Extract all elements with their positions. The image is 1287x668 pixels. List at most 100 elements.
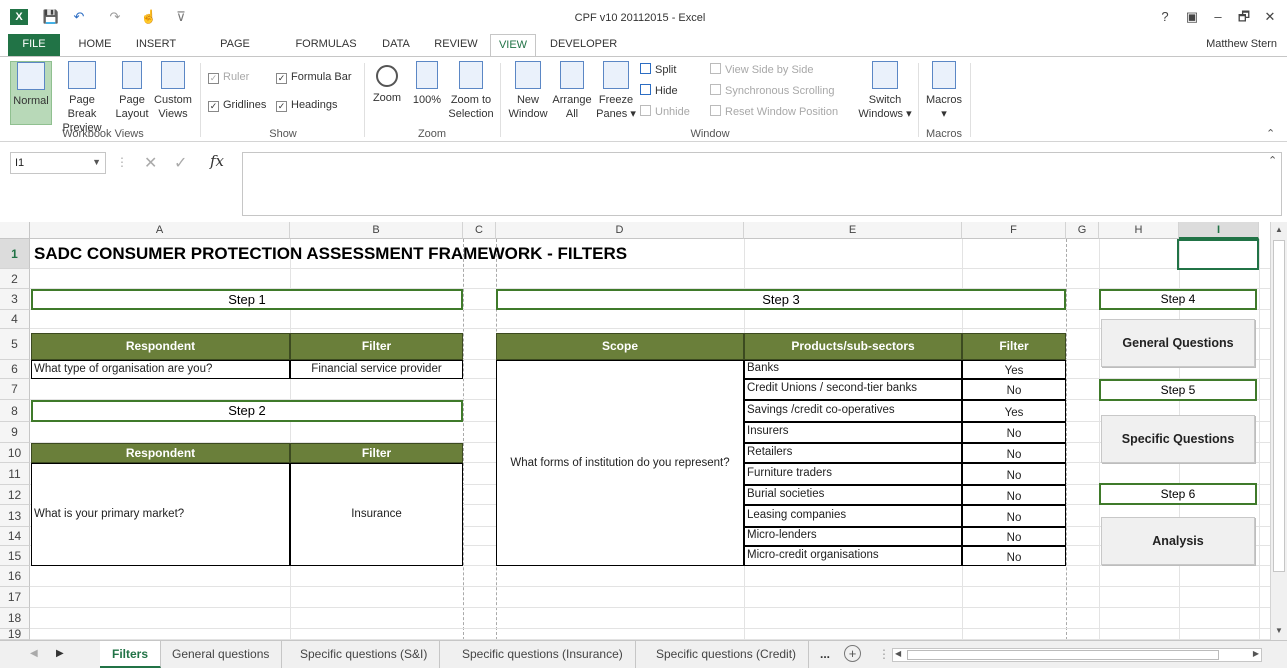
more-sheets-button[interactable]: ...	[820, 647, 830, 661]
row-header[interactable]: 5	[0, 329, 30, 360]
column-header-i[interactable]: I	[1179, 222, 1259, 239]
scroll-thumb[interactable]	[1273, 240, 1285, 572]
row-header[interactable]: 17	[0, 587, 30, 608]
add-sheet-icon[interactable]: +	[844, 645, 861, 662]
row-header[interactable]: 3	[0, 289, 30, 310]
tab-split-handle[interactable]: ⋮	[878, 647, 890, 661]
tab-insert[interactable]: INSERT	[128, 34, 184, 56]
tab-page-layout[interactable]: PAGE LAYOUT	[192, 34, 278, 70]
gridlines-checkbox[interactable]: ✓ Gridlines	[208, 99, 266, 112]
reset-window-position-button[interactable]: Reset Window Position	[710, 105, 838, 118]
column-header-c[interactable]: C	[463, 222, 496, 239]
row-header[interactable]: 16	[0, 566, 30, 587]
sheet-tab-filters[interactable]: Filters	[100, 641, 162, 668]
ruler-checkbox[interactable]: ✓ Ruler	[208, 71, 249, 84]
vertical-scrollbar[interactable]: ▲ ▼	[1270, 222, 1287, 640]
product-filter-cell[interactable]: Yes	[962, 360, 1066, 379]
sheet-tab-specific-insurance[interactable]: Specific questions (Insurance)	[450, 641, 636, 668]
sheet-tab-specific-credit[interactable]: Specific questions (Credit)	[644, 641, 810, 668]
sheet-tab-general-questions[interactable]: General questions	[160, 641, 283, 668]
product-filter-cell[interactable]: Yes	[962, 400, 1066, 422]
tab-review[interactable]: REVIEW	[428, 34, 484, 56]
tab-formulas[interactable]: FORMULAS	[288, 34, 364, 56]
product-filter-cell[interactable]: No	[962, 422, 1066, 443]
view-side-by-side-button[interactable]: View Side by Side	[710, 63, 813, 76]
select-all-corner[interactable]	[0, 222, 30, 239]
tab-home[interactable]: HOME	[70, 34, 120, 56]
specific-questions-button[interactable]: Specific Questions	[1101, 415, 1255, 463]
column-header-b[interactable]: B	[290, 222, 463, 239]
arrange-all-button[interactable]: Arrange All	[550, 61, 594, 125]
row-header[interactable]: 14	[0, 527, 30, 546]
analysis-button[interactable]: Analysis	[1101, 517, 1255, 565]
row-header[interactable]: 15	[0, 546, 30, 566]
next-sheet-icon[interactable]: ▶	[56, 648, 64, 659]
tab-file[interactable]: FILE	[8, 34, 60, 56]
zoom-button[interactable]: Zoom	[368, 61, 406, 125]
product-filter-cell[interactable]: No	[962, 527, 1066, 546]
answer-1-cell[interactable]: Financial service provider	[290, 360, 463, 379]
row-header[interactable]: 19	[0, 628, 30, 640]
row-header[interactable]: 11	[0, 463, 30, 485]
sheet-tab-specific-si[interactable]: Specific questions (S&I)	[288, 641, 441, 668]
product-filter-cell[interactable]: No	[962, 443, 1066, 463]
formula-input[interactable]	[242, 152, 1282, 216]
row-header[interactable]: 13	[0, 505, 30, 527]
restore-icon[interactable]: 🗗	[1234, 8, 1254, 26]
prev-sheet-icon[interactable]: ◀	[30, 648, 38, 659]
answer-2-cell[interactable]: Insurance	[290, 463, 463, 566]
scroll-left-icon[interactable]: ◀	[895, 649, 901, 658]
cancel-icon[interactable]: ✕	[144, 153, 157, 173]
row-header[interactable]: 4	[0, 310, 30, 329]
zoom-to-selection-button[interactable]: Zoom to Selection	[446, 61, 496, 125]
tab-developer[interactable]: DEVELOPER	[544, 34, 622, 56]
ribbon-display-icon[interactable]: ▣	[1182, 8, 1202, 26]
unhide-button[interactable]: Unhide	[640, 105, 690, 118]
product-filter-cell[interactable]: No	[962, 379, 1066, 400]
row-header[interactable]: 8	[0, 400, 30, 422]
user-name[interactable]: Matthew Stern	[1206, 38, 1277, 50]
close-icon[interactable]: ✕	[1260, 8, 1280, 26]
split-button[interactable]: Split	[640, 63, 676, 76]
undo-icon[interactable]: ↶	[70, 9, 88, 25]
new-window-button[interactable]: New Window	[506, 61, 550, 125]
general-questions-button[interactable]: General Questions	[1101, 319, 1255, 367]
help-icon[interactable]: ?	[1155, 8, 1175, 26]
row-header[interactable]: 10	[0, 443, 30, 463]
custom-views-button[interactable]: Custom Views	[152, 61, 194, 125]
product-filter-cell[interactable]: No	[962, 485, 1066, 505]
row-header[interactable]: 1	[0, 239, 30, 269]
headings-checkbox[interactable]: ✓ Headings	[276, 99, 337, 112]
selected-cell-i1[interactable]	[1177, 239, 1259, 270]
page-layout-button[interactable]: Page Layout	[114, 61, 150, 125]
normal-view-button[interactable]: Normal	[10, 61, 52, 125]
product-filter-cell[interactable]: No	[962, 505, 1066, 527]
page-break-preview-button[interactable]: Page Break Preview	[54, 61, 110, 134]
insert-function-icon[interactable]: fx	[210, 152, 224, 170]
collapse-formula-bar-icon[interactable]: ⌃	[1268, 154, 1277, 167]
scroll-up-icon[interactable]: ▲	[1274, 225, 1284, 235]
product-filter-cell[interactable]: No	[962, 463, 1066, 485]
column-header-g[interactable]: G	[1066, 222, 1099, 239]
row-header[interactable]: 9	[0, 422, 30, 443]
row-header[interactable]: 7	[0, 379, 30, 400]
h-scroll-thumb[interactable]	[907, 650, 1219, 660]
customize-qat-icon[interactable]: ⊽	[172, 9, 190, 25]
scroll-down-icon[interactable]: ▼	[1274, 626, 1284, 636]
column-header-d[interactable]: D	[496, 222, 744, 239]
formula-bar-checkbox[interactable]: ✓ Formula Bar	[276, 71, 352, 84]
redo-icon[interactable]: ↷	[106, 9, 124, 25]
column-header-a[interactable]: A	[30, 222, 290, 239]
synchronous-scrolling-button[interactable]: Synchronous Scrolling	[710, 84, 834, 97]
row-header[interactable]: 2	[0, 269, 30, 289]
minimize-icon[interactable]: –	[1208, 8, 1228, 26]
switch-windows-button[interactable]: Switch Windows ▾	[856, 61, 914, 125]
collapse-ribbon-icon[interactable]: ⌃	[1266, 127, 1275, 140]
hide-button[interactable]: Hide	[640, 84, 678, 97]
horizontal-scrollbar[interactable]: ◀ ▶	[892, 648, 1262, 662]
product-filter-cell[interactable]: No	[962, 546, 1066, 566]
worksheet-grid[interactable]: A B C D E F G H I 1 2 3 4 5 6 7 8 9 10 11 12 13 14 15 1…	[0, 222, 1270, 640]
name-box-dropdown-icon[interactable]: ▼	[92, 157, 101, 167]
macros-button[interactable]: Macros ▾	[922, 61, 966, 125]
freeze-panes-button[interactable]: Freeze Panes ▾	[596, 61, 636, 125]
